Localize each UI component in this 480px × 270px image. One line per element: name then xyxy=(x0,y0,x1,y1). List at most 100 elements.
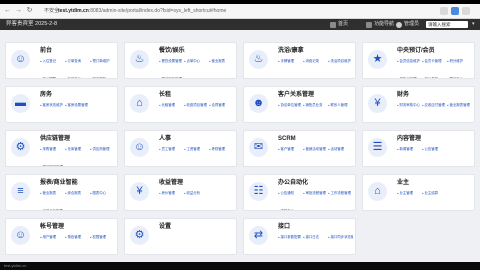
module-link[interactable]: 角色管理 xyxy=(65,234,90,241)
module-title[interactable]: 内容管理 xyxy=(397,135,421,143)
module-link[interactable]: 协议单位管理 xyxy=(278,102,303,109)
module-title[interactable]: 人事 xyxy=(159,135,171,143)
module-link[interactable]: 财务审核中心 xyxy=(397,102,422,109)
extension-icon[interactable] xyxy=(440,7,448,15)
module-title[interactable]: 供应链管理 xyxy=(40,135,70,143)
module-link[interactable]: 营销活动管理 xyxy=(303,146,328,153)
module-link[interactable]: 储值卡管理 xyxy=(397,76,422,78)
profile-icon[interactable] xyxy=(451,7,459,15)
module-title[interactable]: 长租 xyxy=(159,91,171,99)
module-title[interactable]: 前台 xyxy=(40,47,52,55)
module-card[interactable]: ★ 中央预订/会员会员信息维护会员卡管理积分维护储值卡管理积分兑换预订中心 xyxy=(362,42,475,79)
module-link[interactable]: 工资管理 xyxy=(184,146,209,153)
module-card[interactable]: ⚙ 供应链管理采购管理仓库管理供应商管理物品档案管理 xyxy=(5,130,118,167)
module-link[interactable]: 权限管理 xyxy=(90,234,115,241)
module-link[interactable]: 采购管理 xyxy=(40,146,65,153)
module-link[interactable]: 包房开台 xyxy=(65,76,90,78)
module-card[interactable]: ☺ 人事员工管理工资管理考勤管理 xyxy=(124,130,237,167)
module-link[interactable]: 消费记录 xyxy=(303,58,328,65)
module-title[interactable]: 客户关系管理 xyxy=(278,91,314,99)
module-link[interactable]: 开台提醒 xyxy=(40,76,65,78)
module-link[interactable]: 客户管理 xyxy=(278,146,303,153)
module-link[interactable]: 收费项目管理 xyxy=(184,102,209,109)
module-link[interactable]: 积分维护 xyxy=(447,58,472,65)
module-link[interactable]: 预订单维护 xyxy=(90,58,115,65)
module-link[interactable]: 积分兑换 xyxy=(422,76,447,78)
module-link[interactable]: 员工管理 xyxy=(159,146,184,153)
module-link[interactable]: 洗浴项目维护 xyxy=(328,58,353,65)
module-link[interactable]: 公告通知 xyxy=(278,190,303,197)
home-icon[interactable] xyxy=(330,21,336,28)
module-link[interactable]: 菜品库存管理 xyxy=(159,76,184,78)
module-card[interactable]: ⌂ 业主业主管理业主结算 xyxy=(362,174,475,211)
module-link[interactable]: 文档中心 xyxy=(278,208,303,210)
module-link[interactable]: 接口日志 xyxy=(303,234,328,241)
module-title[interactable]: 洗浴/康拿 xyxy=(278,47,304,55)
module-card[interactable]: ✉ SCRM 客户管理营销活动管理活动管理 xyxy=(243,130,356,167)
module-title[interactable]: SCRM xyxy=(278,135,296,143)
module-link[interactable]: 考勤管理 xyxy=(209,146,234,153)
module-link[interactable]: 营业报表管理 xyxy=(447,102,472,109)
security-indicator[interactable]: 不安全 xyxy=(44,7,59,15)
module-card[interactable]: ☰ 内容管理新闻管理公告管理 xyxy=(362,130,475,167)
module-link[interactable]: 图表中心 xyxy=(90,190,115,197)
module-link[interactable]: 预订中心 xyxy=(447,76,472,78)
module-title[interactable]: 报表/商业智能 xyxy=(40,179,78,187)
module-card[interactable]: ☻ 客户关系管理协议单位管理销售员业务联系人管理 xyxy=(243,86,356,123)
forward-icon[interactable]: → xyxy=(14,6,23,15)
user-menu[interactable]: 管理员 xyxy=(404,21,419,28)
module-link[interactable]: 客房状态维护 xyxy=(40,102,65,109)
module-title[interactable]: 中央预订/会员 xyxy=(397,47,435,55)
module-link[interactable]: 营业报表 xyxy=(40,190,65,197)
module-link[interactable]: 手牌管理 xyxy=(278,58,303,65)
menu-icon[interactable] xyxy=(462,7,470,15)
module-title[interactable]: 餐饮/娱乐 xyxy=(159,47,185,55)
module-card[interactable]: ♨ 洗浴/康拿手牌管理消费记录洗浴项目维护 xyxy=(243,42,356,79)
module-card[interactable]: ¥ 财务财务审核中心应收应付管理营业报表管理 xyxy=(362,86,475,123)
module-card[interactable]: ♨ 餐饮/娱乐餐饮设置管理点单中心营业报表菜品库存管理 xyxy=(124,42,237,79)
module-link[interactable]: 入住登记 xyxy=(40,58,65,65)
module-link[interactable]: 客户服务 xyxy=(90,76,115,78)
module-link[interactable]: 业主结算 xyxy=(422,190,447,197)
module-link[interactable]: 审批流程管理 xyxy=(303,190,328,197)
module-link[interactable]: 订单查询 xyxy=(65,58,90,65)
module-link[interactable]: 新闻管理 xyxy=(397,146,422,153)
url-field[interactable]: test.ytdim.cn:8083/admin-site/portal/ind… xyxy=(58,7,288,15)
module-link[interactable]: 联系人管理 xyxy=(328,102,353,109)
reload-icon[interactable]: ↻ xyxy=(25,6,34,15)
module-link[interactable]: 客房设置管理 xyxy=(65,102,90,109)
module-card[interactable]: ☺ 帐号管理用户管理角色管理权限管理 xyxy=(5,218,118,255)
module-link[interactable]: 接口参数配置 xyxy=(278,234,303,241)
module-card[interactable]: ⚙ 设置 xyxy=(124,218,237,255)
module-card[interactable]: ≡ 报表/商业智能营业报表综合报表图表中心经营分析报表 xyxy=(5,174,118,211)
module-card[interactable]: ⌂ 长租长租管理收费项目管理合同管理 xyxy=(124,86,237,123)
module-title[interactable]: 房务 xyxy=(40,91,52,99)
module-card[interactable]: ⇄ 接口接口参数配置接口日志接口同步状态管理 xyxy=(243,218,356,255)
module-link[interactable]: 长租管理 xyxy=(159,102,184,109)
module-link[interactable]: 餐饮设置管理 xyxy=(159,58,184,65)
module-link[interactable]: 仓库管理 xyxy=(65,146,90,153)
module-link[interactable]: 会员卡管理 xyxy=(422,58,447,65)
module-link[interactable]: 会员信息维护 xyxy=(397,58,422,65)
module-link[interactable]: 经营分析报表 xyxy=(40,208,65,210)
module-link[interactable]: 综合报表 xyxy=(65,190,90,197)
module-link[interactable]: 业主管理 xyxy=(397,190,422,197)
back-icon[interactable]: ← xyxy=(3,6,12,15)
module-link[interactable]: 物品档案管理 xyxy=(40,164,65,166)
search-icon[interactable]: ▾ xyxy=(472,21,475,28)
module-link[interactable]: 收益分析 xyxy=(184,190,209,197)
function-nav-link[interactable]: 功能导航 xyxy=(374,21,394,28)
module-card[interactable]: ▬ 房务客房状态维护客房设置管理 xyxy=(5,86,118,123)
module-title[interactable]: 办公自动化 xyxy=(278,179,308,187)
module-link[interactable]: 应收应付管理 xyxy=(422,102,447,109)
module-card[interactable]: ¥ 收益管理房价管理收益分析 xyxy=(124,174,237,211)
module-link[interactable]: 接口同步状态管理 xyxy=(328,234,353,241)
module-link[interactable]: 用户管理 xyxy=(40,234,65,241)
module-title[interactable]: 接口 xyxy=(278,223,290,231)
module-link[interactable]: 销售员业务 xyxy=(303,102,328,109)
module-title[interactable]: 设置 xyxy=(159,223,171,231)
module-title[interactable]: 帐号管理 xyxy=(40,223,64,231)
module-link[interactable]: 活动管理 xyxy=(328,146,353,153)
module-link[interactable]: 工作流程管理 xyxy=(328,190,353,197)
module-link[interactable]: 点单中心 xyxy=(184,58,209,65)
